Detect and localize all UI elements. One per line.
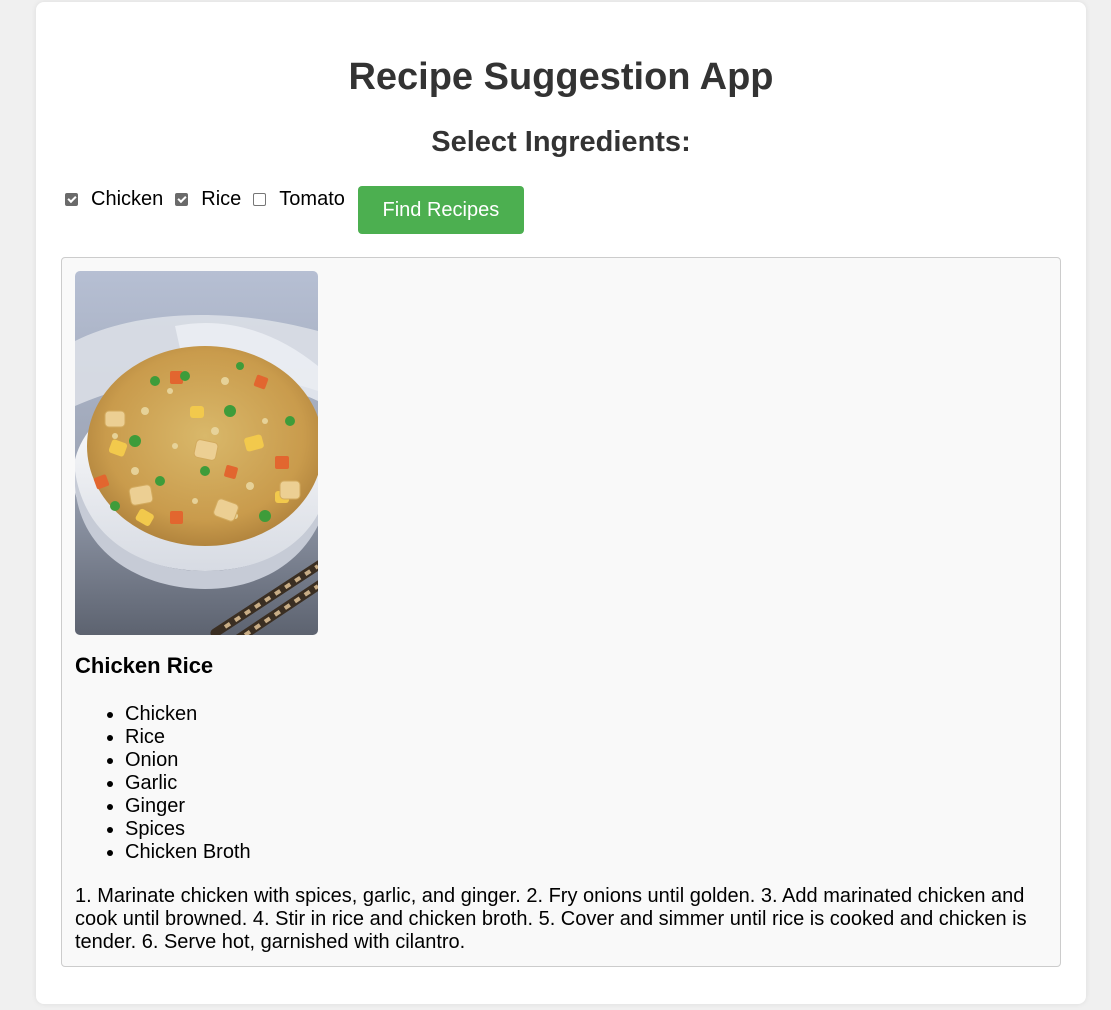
- tomato-checkbox[interactable]: [253, 192, 267, 206]
- select-ingredients-heading: Select Ingredients:: [431, 126, 691, 158]
- chicken-checkbox[interactable]: [65, 192, 78, 206]
- recipe-image: [75, 271, 318, 635]
- find-recipes-button[interactable]: Find Recipes: [357, 186, 524, 234]
- ingredient-option-rice[interactable]: Rice: [175, 188, 241, 211]
- ingredient-label: Chicken: [91, 187, 164, 210]
- list-item: Ginger: [125, 795, 251, 818]
- ingredient-option-tomato[interactable]: Tomato: [253, 188, 345, 211]
- recipe-card: Chicken Rice Chicken Rice Onion Garlic G…: [61, 257, 1061, 967]
- ingredient-label: Tomato: [279, 187, 345, 210]
- recipe-instructions: 1. Marinate chicken with spices, garlic,…: [75, 885, 1027, 953]
- ingredient-selector: Chicken Rice Tomato Find Recipes: [65, 186, 524, 234]
- ingredient-label: Rice: [201, 187, 242, 210]
- list-item: Garlic: [125, 772, 251, 795]
- app-container: Recipe Suggestion App Select Ingredients…: [36, 2, 1086, 1004]
- list-item: Chicken: [125, 703, 251, 726]
- rice-checkbox[interactable]: [175, 192, 189, 206]
- page-title: Recipe Suggestion App: [348, 56, 774, 98]
- list-item: Spices: [125, 818, 251, 841]
- list-item: Rice: [125, 726, 251, 749]
- recipe-name: Chicken Rice: [75, 653, 214, 678]
- list-item: Onion: [125, 749, 251, 772]
- recipe-ingredient-list: Chicken Rice Onion Garlic Ginger Spices …: [75, 703, 251, 864]
- list-item: Chicken Broth: [125, 841, 251, 864]
- ingredient-option-chicken[interactable]: Chicken: [65, 188, 163, 211]
